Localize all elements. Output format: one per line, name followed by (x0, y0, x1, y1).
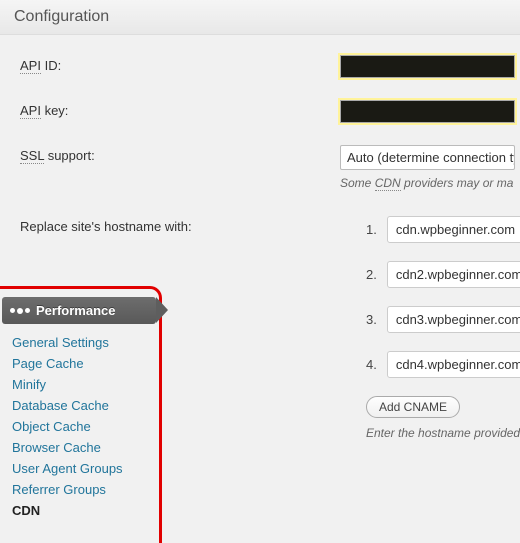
section-header: Configuration (0, 0, 520, 35)
add-cname-button[interactable]: Add CNAME (366, 396, 460, 418)
hostname-input[interactable] (387, 306, 520, 333)
enter-hostname-note: Enter the hostname provided by (366, 426, 506, 440)
sidebar-item-referrer-groups[interactable]: Referrer Groups (12, 479, 145, 500)
sidebar-title: Performance (36, 303, 115, 318)
sidebar-item-browser-cache[interactable]: Browser Cache (12, 437, 145, 458)
hostname-num: 4. (366, 357, 387, 372)
hostnames-list: 1. 2. 3. 4. (366, 216, 506, 378)
hostname-row: 4. (366, 351, 506, 378)
ssl-label: SSL support: (20, 145, 340, 163)
sidebar-item-page-cache[interactable]: Page Cache (12, 353, 145, 374)
hostname-num: 3. (366, 312, 387, 327)
sidebar-item-cdn[interactable]: CDN (12, 500, 145, 521)
hostname-num: 2. (366, 267, 387, 282)
sidebar-performance: Performance General Settings Page Cache … (0, 286, 162, 543)
field-ssl: SSL support: Auto (determine connection … (20, 145, 506, 190)
field-api-key: API key: (20, 100, 506, 123)
api-key-input[interactable] (340, 100, 515, 123)
api-key-label: API key: (20, 100, 340, 118)
api-id-input[interactable] (340, 55, 515, 78)
hostname-row: 3. (366, 306, 506, 333)
sidebar-item-general-settings[interactable]: General Settings (12, 332, 145, 353)
add-cname-row: Add CNAME Enter the hostname provided by (366, 396, 506, 440)
ssl-note: Some CDN providers may or ma (340, 176, 506, 190)
field-api-id: API ID: (20, 55, 506, 78)
hostname-row: 1. (366, 216, 506, 243)
api-id-label: API ID: (20, 55, 340, 73)
sidebar-items: General Settings Page Cache Minify Datab… (0, 324, 155, 523)
sidebar-header[interactable]: Performance (2, 297, 156, 324)
hostname-num: 1. (366, 222, 387, 237)
sidebar-item-database-cache[interactable]: Database Cache (12, 395, 145, 416)
sidebar-item-minify[interactable]: Minify (12, 374, 145, 395)
hostname-input[interactable] (387, 261, 520, 288)
replace-label: Replace site's hostname with: (20, 216, 340, 234)
sidebar-item-user-agent-groups[interactable]: User Agent Groups (12, 458, 145, 479)
hostname-input[interactable] (387, 351, 520, 378)
hostname-row: 2. (366, 261, 506, 288)
ssl-select[interactable]: Auto (determine connection typ (340, 145, 515, 170)
performance-icon (10, 308, 30, 314)
hostname-input[interactable] (387, 216, 520, 243)
sidebar-item-object-cache[interactable]: Object Cache (12, 416, 145, 437)
